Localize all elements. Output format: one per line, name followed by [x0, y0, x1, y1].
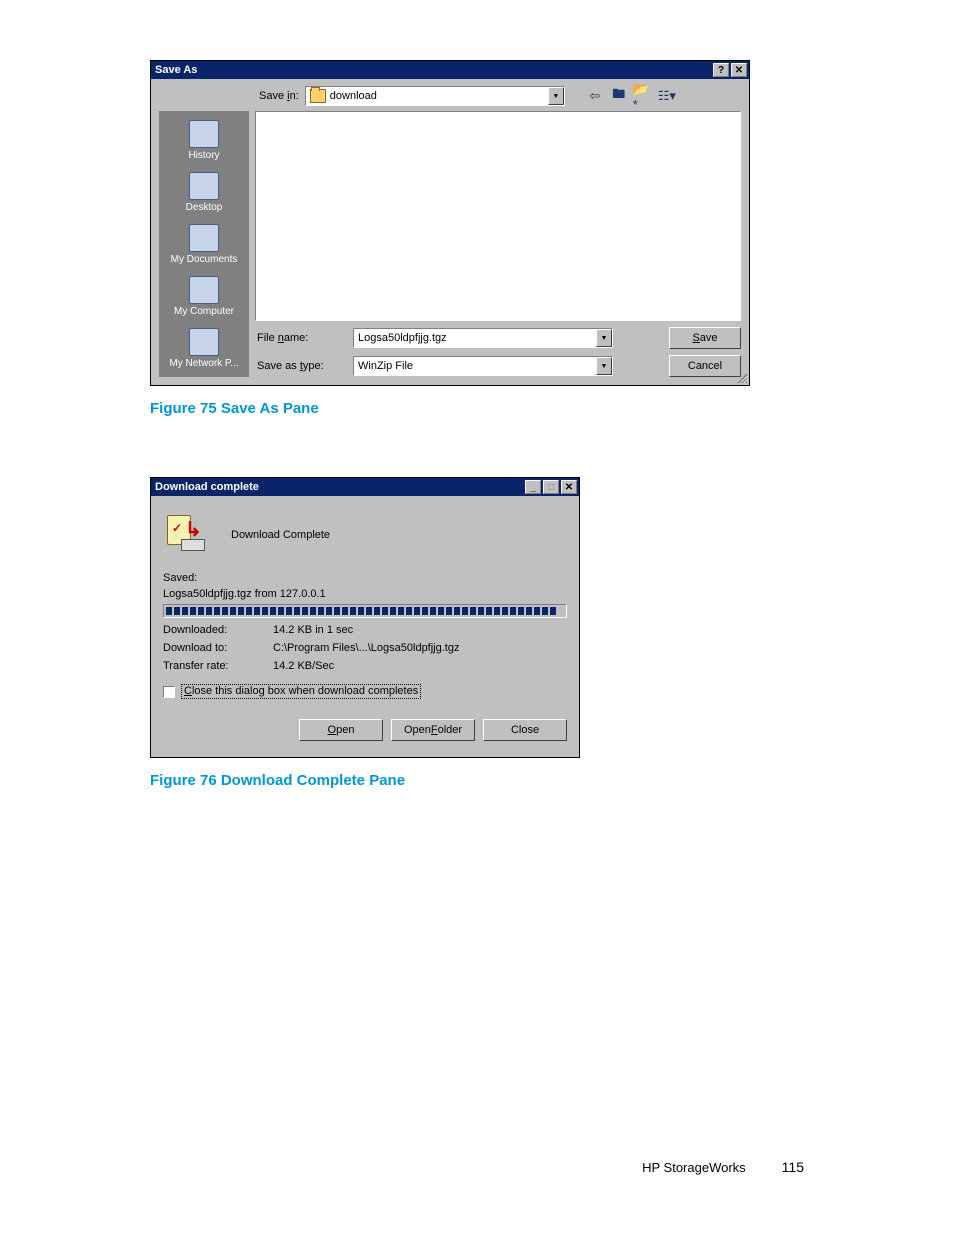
folder-icon — [310, 89, 326, 103]
save-as-dialog: Save As ? ✕ Save in: download ⇦ — [150, 60, 750, 386]
download-titlebar[interactable]: Download complete _ □ ✕ — [151, 478, 579, 496]
open-folder-button[interactable]: Open Folder — [391, 719, 475, 741]
file-name-combo[interactable]: Logsa50ldpfjjg.tgz — [353, 328, 613, 348]
back-icon[interactable]: ⇦ — [585, 86, 605, 106]
download-complete-dialog: Download complete _ □ ✕ ↳ Download Compl… — [150, 477, 580, 758]
close-icon[interactable]: ✕ — [731, 63, 747, 77]
place-my-documents[interactable]: My Documents — [163, 219, 245, 269]
figure-76-caption: Figure 76 Download Complete Pane — [150, 772, 804, 789]
save-in-combo[interactable]: download — [305, 86, 565, 106]
download-to-label: Download to: — [163, 642, 273, 654]
close-button[interactable]: Close — [483, 719, 567, 741]
place-my-computer[interactable]: My Computer — [163, 271, 245, 321]
save-in-label: Save in: — [259, 90, 299, 102]
rate-value: 14.2 KB/Sec — [273, 660, 334, 672]
file-name-label: File name: — [255, 332, 347, 344]
save-as-titlebar[interactable]: Save As ? ✕ — [151, 61, 749, 79]
downloaded-value: 14.2 KB in 1 sec — [273, 624, 353, 636]
places-bar: History Desktop My Documents My Computer — [159, 111, 249, 377]
footer-brand: HP StorageWorks — [642, 1160, 746, 1175]
cancel-button[interactable]: Cancel — [669, 355, 741, 377]
rate-label: Transfer rate: — [163, 660, 273, 672]
download-to-value: C:\Program Files\...\Logsa50ldpfjjg.tgz — [273, 642, 459, 654]
close-when-complete-checkbox[interactable] — [163, 686, 175, 698]
maximize-icon: □ — [543, 480, 559, 494]
save-button[interactable]: Save — [669, 327, 741, 349]
close-when-complete-label[interactable]: Close this dialog box when download comp… — [181, 684, 421, 699]
open-button[interactable]: Open — [299, 719, 383, 741]
download-header: Download Complete — [231, 529, 330, 541]
new-folder-icon[interactable]: 📂* — [633, 86, 653, 106]
footer-page-number: 115 — [782, 1159, 804, 1175]
saved-line: Logsa50ldpfjjg.tgz from 127.0.0.1 — [163, 588, 567, 600]
documents-icon — [189, 224, 219, 252]
up-one-level-icon[interactable]: 🖿 — [609, 86, 629, 106]
saved-label: Saved: — [163, 572, 567, 584]
help-button[interactable]: ? — [713, 63, 729, 77]
file-name-value: Logsa50ldpfjjg.tgz — [354, 332, 596, 344]
file-list[interactable] — [255, 111, 741, 321]
download-title: Download complete — [155, 481, 259, 493]
figure-75-caption: Figure 75 Save As Pane — [150, 400, 804, 417]
network-icon — [189, 328, 219, 356]
computer-icon — [189, 276, 219, 304]
save-as-type-label: Save as type: — [255, 360, 347, 372]
resize-grip-icon[interactable] — [735, 371, 747, 383]
save-as-type-combo[interactable]: WinZip File — [353, 356, 613, 376]
place-my-network[interactable]: My Network P... — [163, 323, 245, 373]
place-history[interactable]: History — [163, 115, 245, 165]
views-icon[interactable]: ☷▾ — [657, 86, 677, 106]
progress-bar — [163, 604, 567, 618]
downloaded-label: Downloaded: — [163, 624, 273, 636]
save-as-type-value: WinZip File — [354, 360, 596, 372]
desktop-icon — [189, 172, 219, 200]
close-icon[interactable]: ✕ — [561, 480, 577, 494]
place-desktop[interactable]: Desktop — [163, 167, 245, 217]
save-in-value: download — [330, 90, 377, 102]
save-in-dropdown-button[interactable] — [548, 87, 564, 105]
history-icon — [189, 120, 219, 148]
file-name-dropdown-button[interactable] — [596, 329, 612, 347]
page-footer: HP StorageWorks 115 — [642, 1159, 804, 1175]
minimize-icon[interactable]: _ — [525, 480, 541, 494]
save-as-type-dropdown-button[interactable] — [596, 357, 612, 375]
download-complete-icon: ↳ — [167, 515, 207, 555]
save-as-title: Save As — [155, 64, 197, 76]
